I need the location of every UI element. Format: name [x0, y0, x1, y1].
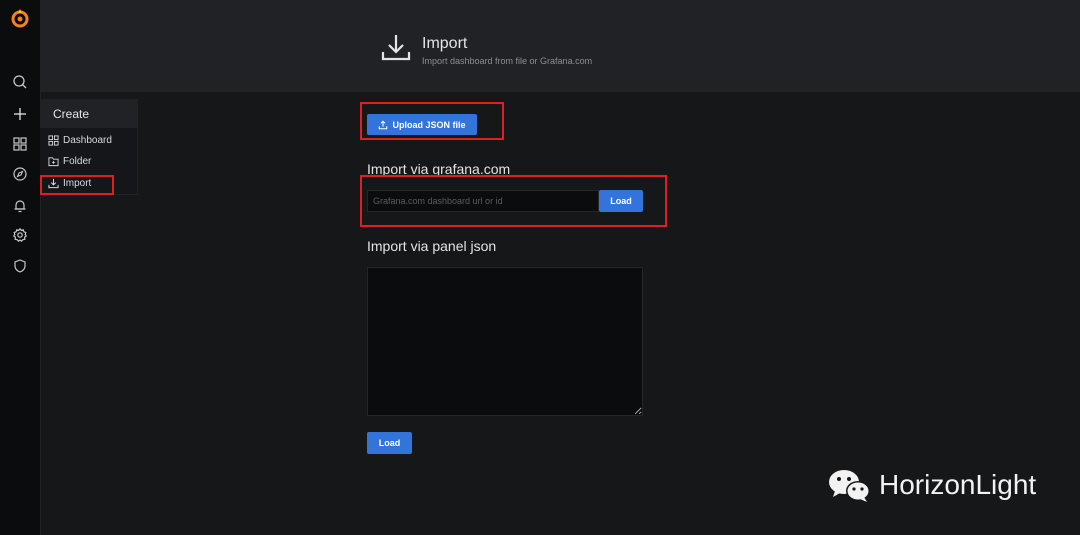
grafana-url-input[interactable]	[367, 190, 599, 212]
menu-item-dashboard[interactable]: Dashboard	[48, 135, 112, 146]
shield-icon[interactable]	[10, 256, 30, 276]
upload-icon	[379, 120, 388, 129]
sidebar	[0, 0, 41, 535]
import-icon	[379, 32, 413, 64]
menu-item-label: Dashboard	[63, 135, 112, 146]
menu-item-label: Import	[63, 178, 92, 189]
plus-icon[interactable]	[10, 104, 30, 124]
create-menu: Create Dashboard Folder Import	[40, 99, 138, 195]
watermark: HorizonLight	[825, 465, 1036, 505]
search-icon[interactable]	[10, 72, 30, 92]
page-header: Import Import dashboard from file or Gra…	[41, 0, 1080, 92]
page-subtitle: Import dashboard from file or Grafana.co…	[422, 56, 593, 66]
upload-json-label: Upload JSON file	[392, 119, 466, 130]
page-title: Import	[422, 35, 468, 52]
grafana-load-button[interactable]: Load	[599, 190, 643, 212]
upload-json-button[interactable]: Upload JSON file	[367, 114, 477, 135]
grafana-logo-icon[interactable]	[10, 8, 30, 28]
explore-icon[interactable]	[10, 164, 30, 184]
panel-load-button[interactable]: Load	[367, 432, 412, 454]
wechat-icon	[829, 470, 870, 502]
menu-item-label: Folder	[63, 156, 92, 167]
alerting-bell-icon[interactable]	[10, 196, 30, 216]
grafana-import-title: Import via grafana.com	[367, 161, 511, 177]
menu-item-import[interactable]: Import	[48, 178, 91, 189]
watermark-text: HorizonLight	[879, 469, 1037, 500]
menu-item-folder[interactable]: Folder	[48, 156, 91, 167]
settings-gear-icon[interactable]	[10, 225, 30, 245]
dashboards-icon[interactable]	[10, 134, 30, 154]
create-menu-title: Create	[40, 100, 137, 128]
panel-json-textarea[interactable]	[367, 267, 643, 416]
panel-json-title: Import via panel json	[367, 238, 497, 254]
